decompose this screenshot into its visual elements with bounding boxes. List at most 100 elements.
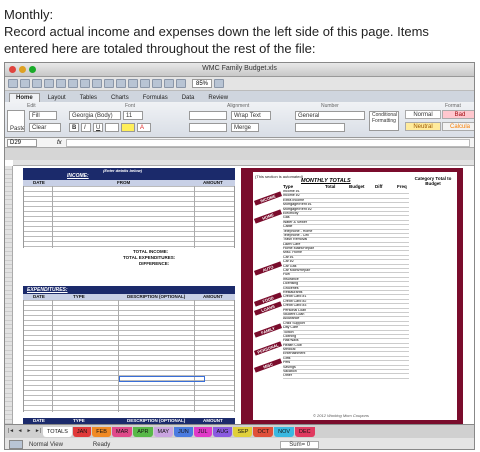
row-type: Cable <box>283 225 293 229</box>
tab-tables[interactable]: Tables <box>74 94 103 102</box>
row-type: Other <box>283 374 292 378</box>
sheet-nav-button[interactable]: ◄ <box>16 427 24 436</box>
cut-icon[interactable] <box>56 79 66 88</box>
row-values <box>323 370 409 373</box>
sheet-nav-button[interactable]: ► <box>25 427 33 436</box>
paste-icon[interactable] <box>80 79 90 88</box>
font-color-icon[interactable]: A <box>137 123 151 132</box>
sort-icon[interactable] <box>140 79 150 88</box>
row-values <box>323 243 409 246</box>
tab-home[interactable]: Home <box>9 93 40 102</box>
currency-icon[interactable] <box>295 123 345 132</box>
tab-review[interactable]: Review <box>202 94 234 102</box>
italic-button[interactable]: I <box>81 123 91 132</box>
sheet-tab-aug[interactable]: AUG <box>212 426 233 437</box>
row-type: Lawn Care <box>283 242 301 246</box>
fx-icon[interactable]: fx <box>57 140 62 146</box>
row-values <box>323 313 409 316</box>
row-type: Home Maint/Repair <box>283 247 314 251</box>
align-left-icon[interactable] <box>189 123 227 132</box>
underline-button[interactable]: U <box>93 123 103 132</box>
undo-icon[interactable] <box>104 79 114 88</box>
toolbox-icon[interactable] <box>176 79 186 88</box>
sheet-tab-dec[interactable]: DEC <box>295 426 315 437</box>
row-values <box>323 366 409 369</box>
font-size-select[interactable]: 11 <box>123 111 143 120</box>
gallery-icon[interactable] <box>164 79 174 88</box>
style-calculation[interactable]: Calcula <box>442 122 474 131</box>
sheet-tab-apr[interactable]: APR <box>133 426 153 437</box>
print-icon[interactable] <box>44 79 54 88</box>
sheet-tab-jan[interactable]: JAN <box>72 426 92 437</box>
tab-formulas[interactable]: Formulas <box>137 94 174 102</box>
row-type: Restaurants <box>283 290 303 294</box>
sheet-tab-mar[interactable]: MAR <box>111 426 133 437</box>
row-values <box>323 300 409 303</box>
spreadsheet-grid[interactable]: (Enter details below) INCOME: DATE FROM … <box>5 160 474 424</box>
font-name-select[interactable]: Georgia (Body) <box>69 111 121 120</box>
zoom-select[interactable]: 85% <box>192 79 213 88</box>
number-format-select[interactable]: General <box>295 111 365 120</box>
align-top-icon[interactable] <box>189 111 227 120</box>
sheet-tab-totals[interactable]: TOTALS <box>43 426 72 437</box>
sheet-tab-sep[interactable]: SEP <box>233 426 253 437</box>
tab-charts[interactable]: Charts <box>105 94 135 102</box>
income-grid[interactable] <box>23 186 235 248</box>
style-neutral[interactable]: Neutral <box>405 122 441 131</box>
style-bad[interactable]: Bad <box>442 110 474 119</box>
sheet-tab-may[interactable]: MAY <box>153 426 174 437</box>
tab-data[interactable]: Data <box>176 94 201 102</box>
redo-icon[interactable] <box>116 79 126 88</box>
expenditure-grid[interactable] <box>23 300 235 412</box>
caption-body: Record actual income and expenses down t… <box>4 24 429 56</box>
monthly-totals-sheet: (This section is automated) MONTHLY TOTA… <box>253 172 457 420</box>
row-type: Day Care <box>283 326 299 330</box>
bottom-col-amount: AMOUNT <box>203 418 223 423</box>
caption: Monthly: Record actual income and expens… <box>4 6 476 57</box>
fill-color-icon[interactable] <box>121 123 135 132</box>
row-values <box>323 282 409 285</box>
sheet-nav-button[interactable]: |◄ <box>7 427 15 436</box>
ribbon-home: Edit Font Alignment Number Format Paste … <box>5 102 474 138</box>
col-diff: Diff <box>375 184 383 189</box>
filter-icon[interactable] <box>152 79 162 88</box>
sheet-tab-jun[interactable]: JUN <box>174 426 193 437</box>
formula-input[interactable] <box>65 138 470 147</box>
conditional-formatting-button[interactable]: Conditional Formatting <box>369 111 399 131</box>
sheet-tab-feb[interactable]: FEB <box>92 426 111 437</box>
help-icon[interactable] <box>214 79 225 88</box>
sheet-nav-button[interactable]: ►| <box>34 427 42 436</box>
autosum-icon[interactable] <box>128 79 138 88</box>
group-number-label: Number <box>321 103 339 109</box>
row-type: Health Club <box>283 343 302 347</box>
merge-button[interactable]: Merge <box>231 123 259 132</box>
wrap-text-button[interactable]: Wrap Text <box>231 111 271 120</box>
paste-button[interactable]: Paste <box>7 110 25 132</box>
row-values <box>323 335 409 338</box>
tab-layout[interactable]: Layout <box>42 94 72 102</box>
name-box[interactable]: D29 <box>7 138 37 147</box>
sheet-tab-nov[interactable]: NOV <box>274 426 295 437</box>
save-icon[interactable] <box>32 79 42 88</box>
row-values <box>323 361 409 364</box>
normal-view-icon[interactable] <box>9 440 23 449</box>
new-icon[interactable] <box>8 79 18 88</box>
open-icon[interactable] <box>20 79 30 88</box>
row-type: Tuition <box>283 330 294 334</box>
format-painter-icon[interactable] <box>92 79 102 88</box>
sheet-tab-jul[interactable]: JUL <box>193 426 212 437</box>
row-type: Groceries <box>283 286 299 290</box>
clear-button[interactable]: Clear <box>29 123 61 132</box>
borders-icon[interactable] <box>105 123 119 132</box>
copy-icon[interactable] <box>68 79 78 88</box>
caption-heading: Monthly: <box>4 7 54 22</box>
style-normal[interactable]: Normal <box>405 110 441 119</box>
sheet-tab-oct[interactable]: OCT <box>253 426 274 437</box>
expenditures-title: EXPENDITURES: <box>27 287 68 293</box>
bold-button[interactable]: B <box>69 123 79 132</box>
row-type: Car Maint/Repair <box>283 269 311 273</box>
total-expenditures-label: TOTAL EXPENDITURES: <box>123 255 176 260</box>
bottom-col-date: DATE <box>33 418 45 423</box>
selected-cell-d29[interactable] <box>119 376 205 382</box>
fill-button[interactable]: Fill <box>29 111 57 120</box>
